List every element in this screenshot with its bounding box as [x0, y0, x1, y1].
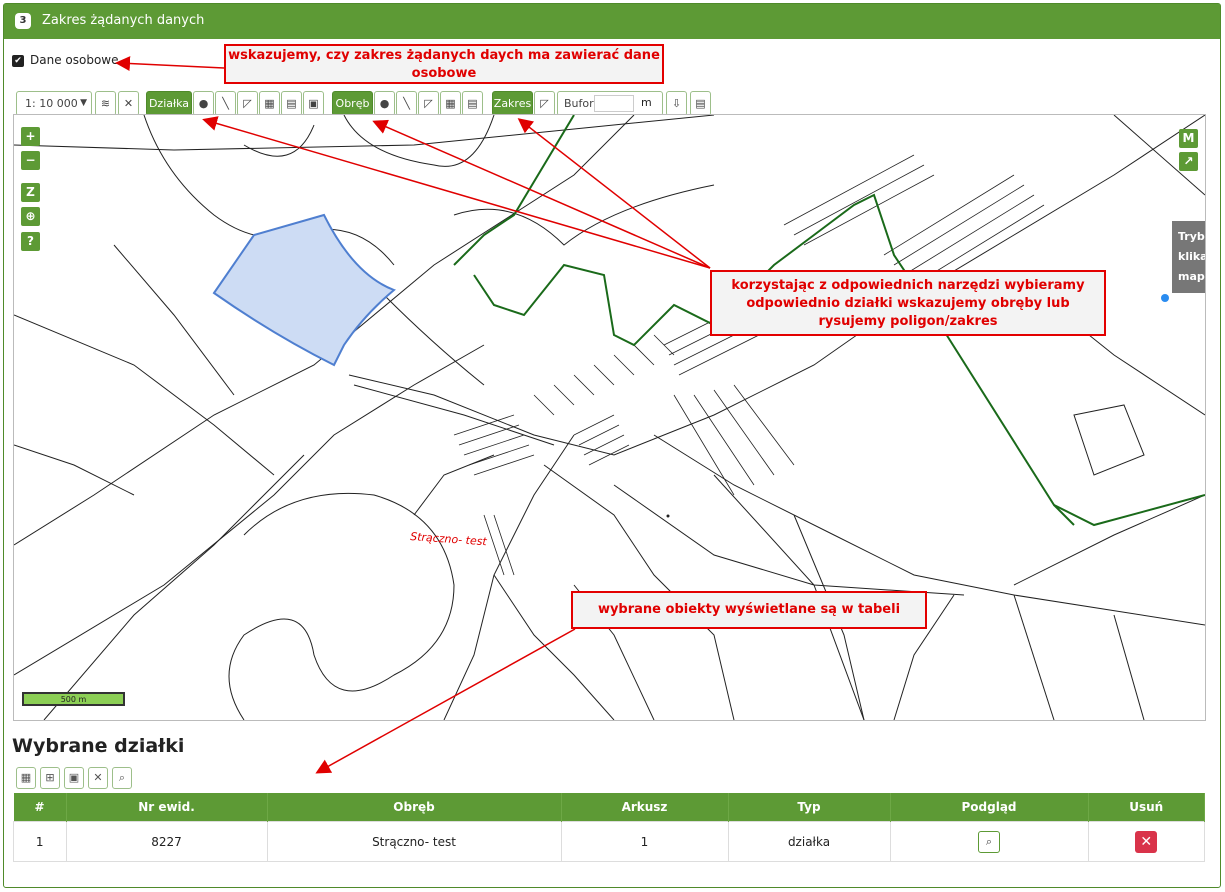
column-header: Arkusz — [561, 793, 729, 822]
line-tool-icon[interactable]: ╲ — [215, 91, 236, 116]
delete-icon[interactable]: ✕ — [1135, 830, 1158, 853]
polygon-tool-icon[interactable]: ◸ — [237, 91, 258, 116]
bufor-unit: m — [641, 96, 652, 109]
cell-arkusz: 1 — [560, 821, 729, 862]
zakres-polygon-icon[interactable]: ◸ — [534, 91, 555, 116]
cell-typ: działka — [727, 821, 891, 862]
callout-table: wybrane obiekty wyświetlane są w tabeli — [571, 591, 927, 629]
map-canvas[interactable]: Strączno- test — [14, 115, 1205, 720]
column-header: Podgląd — [890, 793, 1089, 822]
obreb-polygon-icon[interactable]: ◸ — [418, 91, 439, 116]
map-view[interactable]: Strączno- test + − Z ⊕ ? M ↗ Tryb: klika… — [13, 114, 1206, 721]
bufor-input[interactable] — [594, 95, 634, 112]
search-icon[interactable]: ⌕ — [112, 767, 132, 789]
table-row: 1 8227 Strączno- test 1 działka ⌕ ✕ — [13, 821, 1205, 862]
column-header: Nr ewid. — [66, 793, 268, 822]
map-scale-bar: 500 m — [22, 692, 125, 706]
chevron-down-icon: ▼ — [80, 98, 87, 108]
download-icon[interactable]: ⇩ — [666, 91, 687, 116]
column-header: # — [13, 793, 67, 822]
personal-data-label: Dane osobowe — [30, 53, 119, 67]
cell-preview: ⌕ — [889, 821, 1089, 862]
zoom-out-button[interactable]: − — [21, 151, 40, 170]
selected-table: # Nr ewid. Obręb Arkusz Typ Podgląd Usuń… — [13, 793, 1205, 862]
personal-data-checkbox[interactable]: ✔ — [12, 55, 24, 67]
cell-nr: 8227 — [65, 821, 268, 862]
report-icon[interactable]: ▤ — [690, 91, 711, 116]
obreb-tool-button[interactable]: Obręb — [332, 91, 373, 116]
panel-title: Zakres żądanych danych — [42, 13, 205, 28]
bufor-label: Bufor: — [564, 97, 598, 110]
obreb-table-icon[interactable]: ▦ — [440, 91, 461, 116]
table-tool-icon[interactable]: ▦ — [259, 91, 280, 116]
obreb-point-icon[interactable]: ● — [374, 91, 395, 116]
column-header: Obręb — [267, 793, 562, 822]
table-check-icon[interactable]: ▣ — [64, 767, 84, 789]
step-badge: 3 — [15, 13, 31, 29]
callout-personal-data: wskazujemy, czy zakres żądanych daych ma… — [224, 44, 664, 84]
scale-value: 1: 10 000 — [25, 97, 78, 110]
cell-delete: ✕ — [1087, 821, 1205, 862]
scale-select[interactable]: 1: 10 000 ▼ — [16, 91, 92, 116]
layers-icon[interactable]: ≋ — [95, 91, 116, 116]
cell-obreb: Strączno- test — [266, 821, 562, 862]
mode-tooltip-line: mapy — [1178, 270, 1205, 283]
file-tool-icon[interactable]: ▣ — [303, 91, 324, 116]
help-button[interactable]: ? — [21, 232, 40, 251]
grid-icon[interactable]: ⊞ — [40, 767, 60, 789]
zoom-extent-button[interactable]: Z — [21, 183, 40, 202]
table-header-row: # Nr ewid. Obręb Arkusz Typ Podgląd Usuń — [13, 793, 1205, 822]
selected-title: Wybrane działki — [12, 735, 185, 757]
zoom-search-icon[interactable]: ⊕ — [21, 207, 40, 226]
mode-tooltip-line: Tryb: — [1178, 230, 1205, 243]
obreb-document-icon[interactable]: ▤ — [462, 91, 483, 116]
dzialka-tool-button[interactable]: Działka — [146, 91, 192, 116]
document-tool-icon[interactable]: ▤ — [281, 91, 302, 116]
point-tool-icon[interactable]: ● — [193, 91, 214, 116]
zakres-tool-button[interactable]: Zakres — [492, 91, 533, 116]
panel-header: 3 Zakres żądanych danych — [4, 4, 1220, 39]
location-dot — [1161, 294, 1169, 302]
preview-icon[interactable]: ⌕ — [978, 830, 1000, 853]
callout-tools: korzystając z odpowiednich narzędzi wybi… — [710, 270, 1106, 336]
mode-tooltip-line: klikaj — [1178, 250, 1205, 263]
zoom-in-button[interactable]: + — [21, 127, 40, 146]
clear-icon[interactable]: ✕ — [118, 91, 139, 116]
select-all-icon[interactable]: ▦ — [16, 767, 36, 789]
mode-tooltip: Tryb: klikaj mapy — [1172, 221, 1205, 293]
clear-selection-icon[interactable]: ✕ — [88, 767, 108, 789]
fullscreen-icon[interactable]: ↗ — [1179, 152, 1198, 171]
column-header: Typ — [728, 793, 891, 822]
place-label: Strączno- test — [410, 530, 488, 548]
column-header: Usuń — [1088, 793, 1205, 822]
obreb-line-icon[interactable]: ╲ — [396, 91, 417, 116]
cell-index: 1 — [13, 821, 67, 862]
map-mode-button[interactable]: M — [1179, 129, 1198, 148]
